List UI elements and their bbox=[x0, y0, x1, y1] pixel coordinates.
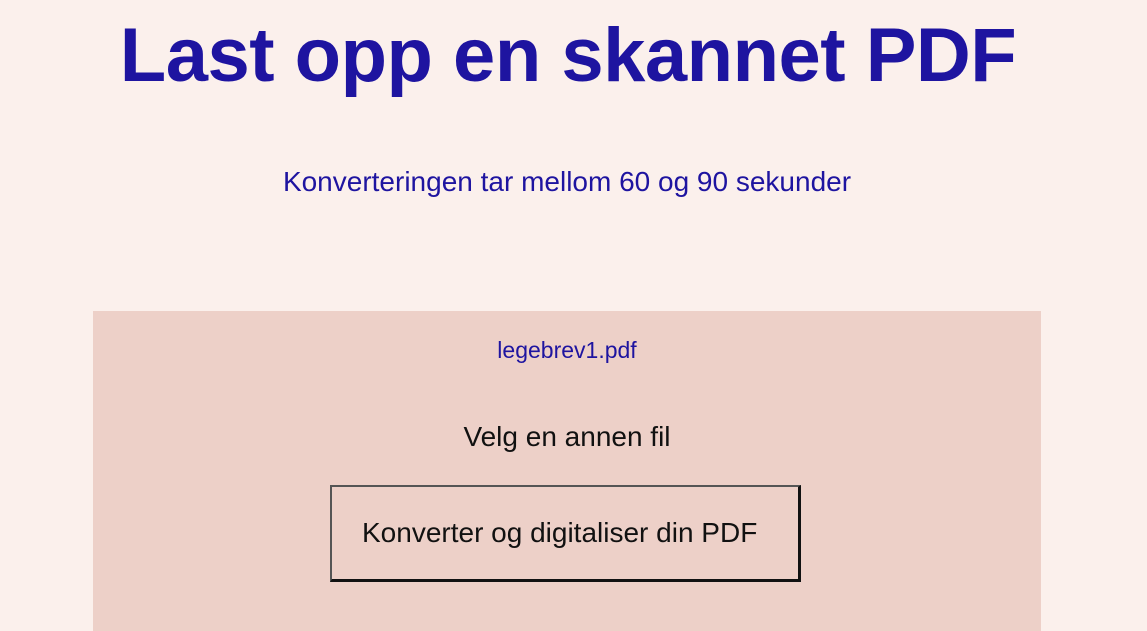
selected-file-name: legebrev1.pdf bbox=[497, 337, 637, 363]
upload-page: Last opp en skannet PDF Konverteringen t… bbox=[0, 0, 1147, 631]
upload-panel: legebrev1.pdf Velg en annen fil Konverte… bbox=[93, 311, 1041, 631]
page-title: Last opp en skannet PDF bbox=[119, 13, 1017, 98]
choose-another-file-link[interactable]: Velg en annen fil bbox=[93, 419, 1041, 455]
convert-pdf-button[interactable]: Konverter og digitaliser din PDF bbox=[330, 485, 801, 582]
conversion-time-note: Konverteringen tar mellom 60 og 90 sekun… bbox=[282, 166, 852, 197]
